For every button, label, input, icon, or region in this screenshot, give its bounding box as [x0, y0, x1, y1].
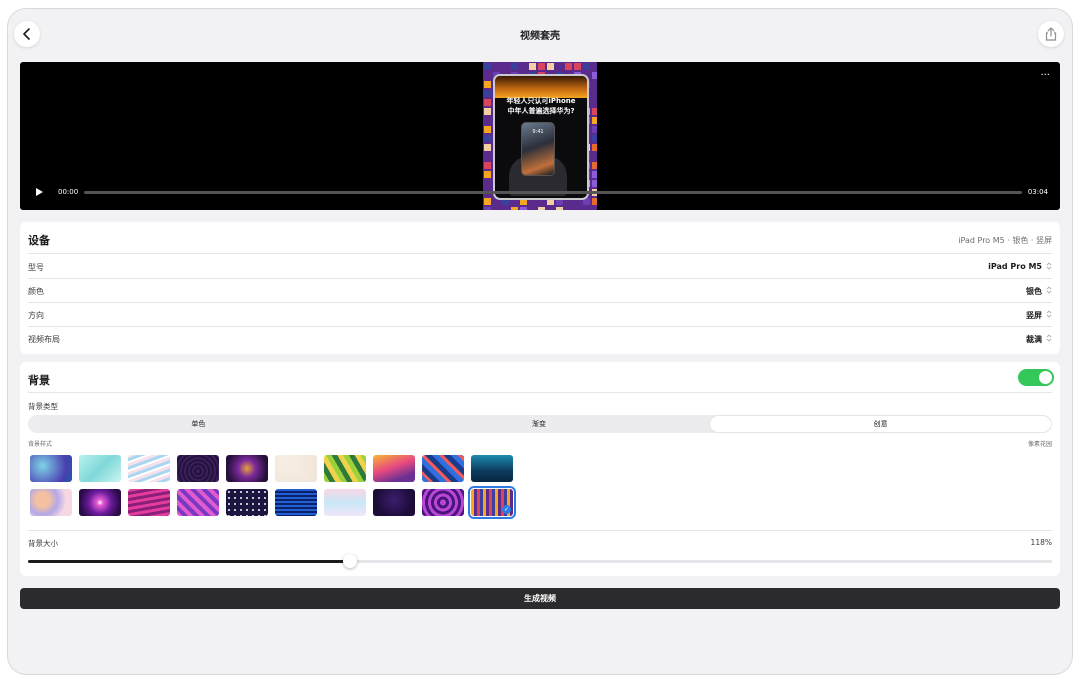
background-toggle[interactable]: [1018, 369, 1054, 386]
chevron-updown-icon: [1046, 286, 1052, 294]
background-type-label: 背景类型: [28, 402, 58, 411]
navigation-bar: 视频套壳: [8, 9, 1072, 57]
divider: [28, 392, 1052, 393]
background-style-thumbnail[interactable]: [79, 489, 121, 516]
segment-solid[interactable]: 单色: [28, 415, 369, 433]
background-style-thumbnail[interactable]: [226, 455, 268, 482]
phone-in-video: 9:41: [521, 122, 555, 176]
video-caption: 年轻人只认可iPhone 中年人普遍选择华为?: [497, 96, 585, 116]
row-label: 视频布局: [28, 335, 60, 344]
segment-gradient[interactable]: 渐变: [369, 415, 710, 433]
orientation-row[interactable]: 方向 竖屏: [28, 302, 1052, 327]
segment-creative[interactable]: 创意: [710, 416, 1052, 432]
background-style-thumbnail[interactable]: [128, 489, 170, 516]
more-icon[interactable]: ···: [1040, 70, 1050, 81]
duration: 03:04: [1027, 188, 1048, 196]
chevron-updown-icon: [1046, 310, 1052, 318]
background-style-label: 背景样式: [28, 441, 53, 448]
chevron-updown-icon: [1046, 262, 1052, 270]
page-title: 视频套壳: [520, 31, 560, 42]
color-row[interactable]: 颜色 银色: [28, 278, 1052, 303]
phone-time: 9:41: [532, 129, 544, 135]
app-window: 视频套壳 年轻人只认可iPhone 中年人普遍选择华为? 9:41 ··· 00…: [8, 9, 1072, 674]
model-row[interactable]: 型号 iPad Pro M5: [28, 254, 1052, 279]
background-style-thumbnail[interactable]: [30, 455, 72, 482]
row-label: 颜色: [28, 287, 44, 296]
row-value: 裁满: [1026, 335, 1042, 344]
selected-style-name: 像素花园: [1027, 441, 1052, 448]
device-section-title: 设备: [28, 234, 50, 247]
background-style-thumbnail[interactable]: [422, 489, 464, 516]
background-style-thumbnail[interactable]: [275, 455, 317, 482]
toggle-knob: [1039, 371, 1052, 384]
chevron-updown-icon: [1046, 334, 1052, 342]
device-section: 设备 iPad Pro M5 · 银色 · 竖屏 型号 iPad Pro M5 …: [20, 222, 1060, 354]
background-style-thumbnail[interactable]: [177, 455, 219, 482]
background-style-thumbnail[interactable]: [226, 489, 268, 516]
play-button[interactable]: [32, 185, 46, 199]
video-layout-row[interactable]: 视频布局 裁满: [28, 326, 1052, 350]
device-summary: iPad Pro M5 · 银色 · 竖屏: [958, 236, 1052, 245]
background-style-thumbnail[interactable]: [422, 455, 464, 482]
generate-video-button[interactable]: 生成视频: [20, 588, 1060, 609]
background-style-thumbnail[interactable]: ✓: [468, 486, 516, 519]
checkmark-icon: ✓: [502, 505, 511, 514]
video-frame-top: [495, 76, 587, 98]
background-style-thumbnail[interactable]: [373, 455, 415, 482]
background-style-thumbnail[interactable]: [30, 489, 72, 516]
slider-thumb[interactable]: [343, 554, 358, 568]
progress-track[interactable]: [84, 190, 1022, 194]
background-style-thumbnail[interactable]: [471, 455, 513, 482]
background-style-thumbnail[interactable]: [373, 489, 415, 516]
background-size-value: 118%: [1030, 538, 1052, 547]
row-value: 竖屏: [1026, 311, 1042, 320]
background-size-label: 背景大小: [28, 539, 58, 548]
background-style-thumbnail[interactable]: [177, 489, 219, 516]
share-button[interactable]: [1038, 21, 1064, 47]
row-label: 方向: [28, 311, 44, 320]
background-type-segmented: 单色 渐变 创意: [28, 415, 1052, 433]
background-size-slider[interactable]: [28, 554, 1052, 568]
row-value: 银色: [1026, 287, 1042, 296]
caption-line-1: 年轻人只认可iPhone: [506, 97, 576, 105]
play-icon: [35, 188, 43, 196]
background-style-thumbnail[interactable]: [275, 489, 317, 516]
divider: [28, 530, 1052, 531]
slider-fill: [28, 560, 346, 563]
background-section-title: 背景: [28, 374, 50, 387]
row-label: 型号: [28, 263, 44, 272]
background-style-thumbnail[interactable]: [324, 455, 366, 482]
background-style-thumbnail[interactable]: [128, 455, 170, 482]
row-value: iPad Pro M5: [988, 262, 1042, 271]
background-style-thumbnail[interactable]: [79, 455, 121, 482]
video-player[interactable]: 年轻人只认可iPhone 中年人普遍选择华为? 9:41 ··· 00:00 0…: [20, 62, 1060, 210]
playback-controls: 00:00 03:04: [26, 181, 1054, 203]
caption-line-2: 中年人普遍选择华为?: [507, 107, 575, 115]
current-time: 00:00: [58, 188, 79, 196]
background-style-thumbnail[interactable]: [324, 489, 366, 516]
background-section: 背景 背景类型 单色 渐变 创意 背景样式 像素花园 ✓ 背景大小 118%: [20, 362, 1060, 576]
share-icon: [1045, 27, 1057, 41]
